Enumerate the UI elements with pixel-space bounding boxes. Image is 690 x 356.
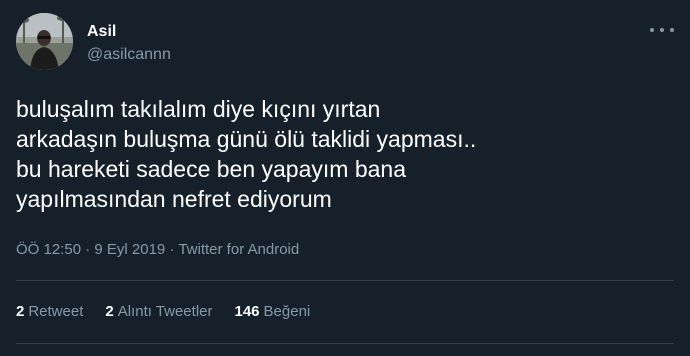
author-name[interactable]: Asil — [87, 22, 116, 42]
tweet-source[interactable]: Twitter for Android — [178, 241, 299, 258]
dot — [650, 28, 654, 32]
tweet-text-line: bu hareketi sadece ben yapayım bana — [16, 156, 406, 182]
likes-label: Beğeni — [263, 303, 311, 320]
quotes-count: 2 — [105, 303, 114, 320]
retweets-count: 2 — [16, 303, 25, 320]
divider — [16, 280, 674, 281]
tweet-time[interactable]: ÖÖ 12:50 — [16, 241, 81, 258]
tweet-text-line: yapılmasından nefret ediyorum — [16, 186, 332, 212]
quotes-label: Alıntı Tweetler — [117, 303, 213, 320]
likes-count: 146 — [234, 303, 260, 320]
tweet-date[interactable]: 9 Eyl 2019 — [94, 241, 165, 258]
separator: · — [81, 241, 95, 258]
tweet-card: Asil @asilcannn buluşalım takılalım diye… — [0, 0, 690, 356]
tweet-text-line: buluşalım takılalım diye kıçını yırtan — [16, 96, 381, 122]
likes-stat[interactable]: 146 Beğeni — [235, 302, 311, 322]
separator: · — [165, 241, 179, 258]
avatar[interactable] — [16, 13, 73, 70]
dot — [660, 28, 664, 32]
dot — [670, 28, 674, 32]
quotes-stat[interactable]: 2 Alıntı Tweetler — [105, 302, 212, 322]
tweet-text-line: arkadaşın buluşma günü ölü taklidi yapma… — [16, 126, 477, 152]
retweets-label: Retweet — [28, 303, 84, 320]
retweets-stat[interactable]: 2 Retweet — [16, 302, 83, 322]
tweet-meta: ÖÖ 12:50 · 9 Eyl 2019 · Twitter for Andr… — [16, 240, 299, 260]
divider — [16, 343, 674, 344]
tweet-stats: 2 Retweet 2 Alıntı Tweetler 146 Beğeni — [16, 302, 332, 322]
more-horizontal-icon[interactable] — [650, 20, 674, 40]
tweet-text: buluşalım takılalım diye kıçını yırtan a… — [16, 94, 666, 214]
author-handle[interactable]: @asilcannn — [87, 45, 171, 65]
